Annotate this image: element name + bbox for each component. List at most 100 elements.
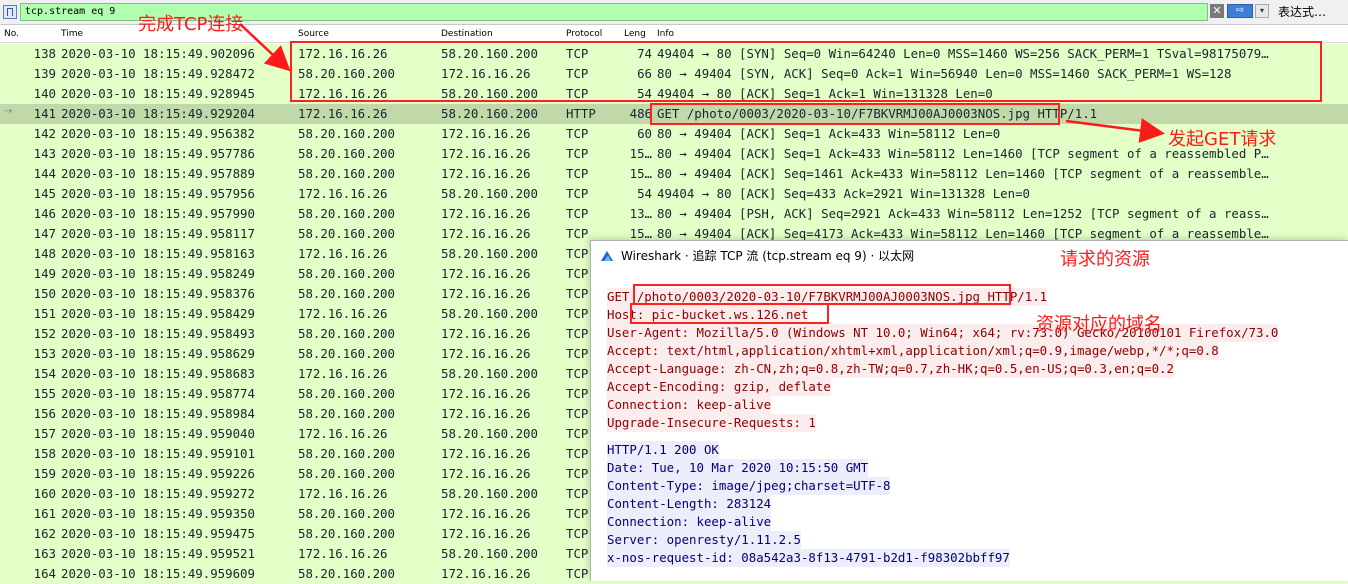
packet-time: 2020-03-10 18:15:49.958984 — [61, 406, 255, 421]
packet-destination: 172.16.16.26 — [441, 146, 531, 161]
packet-number: 159 — [33, 466, 56, 481]
packet-number: 141 — [33, 106, 56, 121]
packet-row[interactable]: 146 2020-03-10 18:15:49.957990 58.20.160.2… — [0, 204, 1348, 224]
packet-protocol: TCP — [566, 166, 589, 181]
packet-number: 145 — [33, 186, 56, 201]
packet-row[interactable]: 142 2020-03-10 18:15:49.956382 58.20.160.2… — [0, 124, 1348, 144]
packet-protocol: TCP — [566, 406, 589, 421]
packet-destination: 58.20.160.200 — [441, 106, 538, 121]
packet-time: 2020-03-10 18:15:49.959040 — [61, 426, 255, 441]
packet-protocol: TCP — [566, 566, 589, 581]
packet-number: 156 — [33, 406, 56, 421]
column-header-no[interactable]: No. — [4, 29, 19, 39]
filter-history-dropdown[interactable]: ▾ — [1255, 4, 1269, 18]
follow-window-titlebar[interactable]: Wireshark · 追踪 TCP 流 (tcp.stream eq 9) ·… — [591, 241, 1348, 271]
column-header-time[interactable]: Time — [61, 29, 83, 39]
packet-number: 162 — [33, 526, 56, 541]
column-header-destination[interactable]: Destination — [441, 29, 493, 39]
packet-number: 158 — [33, 446, 56, 461]
packet-source: 58.20.160.200 — [298, 206, 395, 221]
column-header-info[interactable]: Info — [657, 29, 674, 39]
request-line: Accept-Language: zh-CN,zh;q=0.8,zh-TW;q=… — [607, 360, 1174, 378]
packet-protocol: TCP — [566, 466, 589, 481]
packet-source: 58.20.160.200 — [298, 566, 395, 581]
packet-source: 172.16.16.26 — [298, 426, 388, 441]
packet-time: 2020-03-10 18:15:49.958376 — [61, 286, 255, 301]
host-domain-box — [630, 303, 829, 324]
packet-row[interactable]: 144 2020-03-10 18:15:49.957889 58.20.160.2… — [0, 164, 1348, 184]
column-header-length[interactable]: Leng — [624, 29, 646, 39]
packet-number: 157 — [33, 426, 56, 441]
packet-time: 2020-03-10 18:15:49.958429 — [61, 306, 255, 321]
packet-number: 146 — [33, 206, 56, 221]
packet-number: 150 — [33, 286, 56, 301]
packet-destination: 172.16.16.26 — [441, 346, 531, 361]
packet-time: 2020-03-10 18:15:49.957990 — [61, 206, 255, 221]
packet-destination: 58.20.160.200 — [441, 306, 538, 321]
expression-button[interactable]: 表达式… — [1278, 3, 1326, 21]
packet-source: 58.20.160.200 — [298, 266, 395, 281]
stream-line: HTTP/1.1 200 OK — [607, 441, 1347, 459]
packet-row[interactable]: 143 2020-03-10 18:15:49.957786 58.20.160.2… — [0, 144, 1348, 164]
packet-number: 163 — [33, 546, 56, 561]
response-line: Content-Length: 283124 — [607, 495, 772, 513]
packet-length: 60 — [637, 126, 652, 141]
packet-number: 149 — [33, 266, 56, 281]
clear-filter-button[interactable]: ✕ — [1210, 4, 1224, 18]
packet-time: 2020-03-10 18:15:49.958629 — [61, 346, 255, 361]
column-header-protocol[interactable]: Protocol — [566, 29, 602, 39]
packet-destination: 58.20.160.200 — [441, 186, 538, 201]
packet-destination: 58.20.160.200 — [441, 546, 538, 561]
packet-source: 58.20.160.200 — [298, 406, 395, 421]
stream-content[interactable]: GET /photo/0003/2020-03-10/F7BKVRMJ00AJ0… — [607, 288, 1347, 567]
response-line: Content-Type: image/jpeg;charset=UTF-8 — [607, 477, 891, 495]
packet-destination: 172.16.16.26 — [441, 526, 531, 541]
packet-destination: 58.20.160.200 — [441, 366, 538, 381]
packet-number: 151 — [33, 306, 56, 321]
packet-time: 2020-03-10 18:15:49.929204 — [61, 106, 255, 121]
packet-number: 164 — [33, 566, 56, 581]
follow-window-title: Wireshark · 追踪 TCP 流 (tcp.stream eq 9) ·… — [621, 249, 915, 263]
stream-line: Content-Type: image/jpeg;charset=UTF-8 — [607, 477, 1347, 495]
packet-time: 2020-03-10 18:15:49.958117 — [61, 226, 255, 241]
packet-source: 58.20.160.200 — [298, 126, 395, 141]
packet-source: 58.20.160.200 — [298, 226, 395, 241]
packet-length: 15… — [629, 166, 652, 181]
packet-number: 142 — [33, 126, 56, 141]
column-header-source[interactable]: Source — [298, 29, 329, 39]
packet-destination: 172.16.16.26 — [441, 126, 531, 141]
packet-protocol: TCP — [566, 426, 589, 441]
packet-number: 155 — [33, 386, 56, 401]
packet-length: 13… — [629, 206, 652, 221]
packet-source: 172.16.16.26 — [298, 306, 388, 321]
packet-time: 2020-03-10 18:15:49.958249 — [61, 266, 255, 281]
packet-protocol: TCP — [566, 506, 589, 521]
packet-time: 2020-03-10 18:15:49.958683 — [61, 366, 255, 381]
apply-filter-button[interactable]: ⇨ — [1227, 4, 1253, 18]
stream-line: Upgrade-Insecure-Requests: 1 — [607, 414, 1347, 432]
packet-time: 2020-03-10 18:15:49.956382 — [61, 126, 255, 141]
packet-source: 58.20.160.200 — [298, 526, 395, 541]
packet-destination: 172.16.16.26 — [441, 466, 531, 481]
packet-time: 2020-03-10 18:15:49.959101 — [61, 446, 255, 461]
packet-protocol: TCP — [566, 546, 589, 561]
packet-destination: 172.16.16.26 — [441, 406, 531, 421]
get-request-highlight-box — [650, 103, 1060, 125]
packet-time: 2020-03-10 18:15:49.957786 — [61, 146, 255, 161]
packet-number: 138 — [33, 46, 56, 61]
packet-protocol: TCP — [566, 266, 589, 281]
packet-destination: 172.16.16.26 — [441, 226, 531, 241]
packet-protocol: TCP — [566, 386, 589, 401]
packet-time: 2020-03-10 18:15:49.959226 — [61, 466, 255, 481]
requested-resource-box — [633, 284, 1011, 305]
packet-destination: 172.16.16.26 — [441, 446, 531, 461]
packet-destination: 172.16.16.26 — [441, 166, 531, 181]
packet-time: 2020-03-10 18:15:49.959521 — [61, 546, 255, 561]
stream-gap — [607, 432, 1347, 441]
bookmark-icon[interactable] — [3, 5, 17, 19]
packet-source: 172.16.16.26 — [298, 246, 388, 261]
stream-line: Date: Tue, 10 Mar 2020 10:15:50 GMT — [607, 459, 1347, 477]
packet-row[interactable]: 145 2020-03-10 18:15:49.957956 172.16.16.2… — [0, 184, 1348, 204]
packet-time: 2020-03-10 18:15:49.928472 — [61, 66, 255, 81]
packet-destination: 172.16.16.26 — [441, 506, 531, 521]
